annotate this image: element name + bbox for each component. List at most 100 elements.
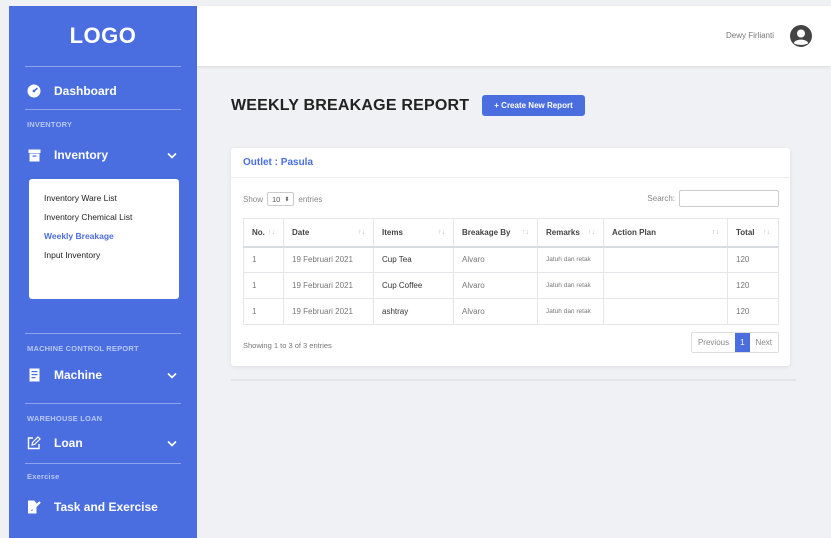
submenu-item-inventory-chemical-list[interactable]: Inventory Chemical List [44, 208, 165, 227]
table-row: 1 19 Februari 2021 Cup Coffee Alvaro Jat… [243, 272, 779, 299]
next-page-button[interactable]: Next [750, 333, 778, 352]
show-entries: Show 10 ⬍ entries [243, 192, 322, 206]
page-1-button[interactable]: 1 [735, 333, 750, 352]
cell-total: 120 [727, 272, 779, 299]
sidebar-divider [25, 463, 181, 464]
cell-no: 1 [243, 298, 284, 325]
sidebar-item-task-and-exercise[interactable]: Task and Exercise [9, 489, 197, 525]
sidebar-item-machine[interactable]: Machine [9, 357, 197, 393]
dashboard-gauge-icon [27, 84, 41, 98]
cell-remarks: Jatuh dan retak [537, 246, 604, 273]
sidebar-divider [25, 66, 181, 67]
column-header-date[interactable]: Date ↑↓ [283, 218, 374, 248]
report-card: Outlet : Pasula Show 10 ⬍ entries Search… [231, 148, 790, 366]
table-info: Showing 1 to 3 of 3 entries [243, 341, 332, 350]
header-label: Total [736, 227, 755, 237]
pagination: Previous 1 Next [690, 332, 779, 353]
sidebar-item-dashboard[interactable]: Dashboard [9, 73, 197, 109]
logo: LOGO [69, 23, 137, 48]
sort-icon: ↑↓ [358, 228, 365, 236]
submenu-item-inventory-ware-list[interactable]: Inventory Ware List [44, 189, 165, 208]
cell-no: 1 [243, 272, 284, 299]
sort-icon: ↑↓ [712, 228, 719, 236]
cell-total: 120 [727, 298, 779, 325]
sidebar-item-label: Inventory [54, 148, 109, 162]
inventory-submenu: Inventory Ware List Inventory Chemical L… [29, 179, 179, 299]
create-new-report-button[interactable]: + Create New Report [482, 95, 585, 116]
cell-action-plan [603, 272, 728, 299]
chevron-down-icon [167, 150, 177, 160]
select-arrows-icon: ⬍ [284, 196, 290, 203]
cell-total: 120 [727, 246, 779, 273]
user-name[interactable]: Dewy Firlianti [726, 31, 774, 40]
sidebar-item-loan[interactable]: Loan [9, 425, 197, 461]
sidebar-item-inventory[interactable]: Inventory [9, 137, 197, 173]
sidebar-divider [25, 403, 181, 404]
header-label: Remarks [546, 227, 580, 237]
sort-icon: ↑↓ [268, 228, 275, 236]
edit-icon [27, 436, 41, 450]
search-label: Search: [647, 194, 675, 203]
page-title: WEEKLY BREAKAGE REPORT [231, 97, 470, 114]
submenu-item-weekly-breakage[interactable]: Weekly Breakage [44, 227, 165, 246]
section-label-inventory: INVENTORY [27, 120, 73, 129]
cell-action-plan [603, 298, 728, 325]
submenu-item-input-inventory[interactable]: Input Inventory [44, 246, 165, 265]
table-row: 1 19 Februari 2021 Cup Tea Alvaro Jatuh … [243, 246, 779, 273]
cell-action-plan [603, 246, 728, 273]
sidebar-item-label: Task and Exercise [54, 500, 158, 514]
sidebar-item-label: Machine [54, 368, 103, 382]
cell-remarks: Jatuh dan retak [537, 272, 604, 299]
header-label: Items [382, 227, 403, 237]
show-label: Show [243, 194, 264, 204]
cell-remarks: Jatuh dan retak [537, 298, 604, 325]
sort-icon: ↑↓ [522, 228, 529, 236]
sort-icon: ↑↓ [438, 228, 445, 236]
header-label: Date [292, 227, 310, 237]
cell-breakage-by: Alvaro [453, 298, 538, 325]
cell-item: Cup Coffee [373, 272, 454, 299]
user-avatar-icon[interactable] [789, 24, 813, 48]
column-header-remarks[interactable]: Remarks ↑↓ [537, 218, 604, 248]
column-header-breakage-by[interactable]: Breakage By ↑↓ [453, 218, 538, 248]
outlet-title: Outlet : Pasula [231, 148, 790, 178]
column-header-items[interactable]: Items ↑↓ [373, 218, 454, 248]
entries-per-page-select[interactable]: 10 ⬍ [267, 192, 295, 206]
cell-item: Cup Tea [373, 246, 454, 273]
header-label: No. [252, 227, 265, 237]
search-input[interactable] [679, 190, 779, 207]
cell-date: 19 Februari 2021 [283, 298, 374, 325]
content-divider [231, 379, 796, 381]
table-controls: Show 10 ⬍ entries Search: [243, 190, 779, 208]
sidebar-item-label: Loan [54, 436, 83, 450]
entries-label: entries [298, 194, 323, 204]
sort-icon: ↑↓ [763, 228, 770, 236]
archive-box-icon [27, 148, 41, 162]
topbar: Dewy Firlianti [197, 6, 831, 66]
document-icon [27, 368, 41, 382]
cell-breakage-by: Alvaro [453, 272, 538, 299]
sidebar-item-label: Dashboard [54, 84, 117, 98]
chevron-down-icon [167, 438, 177, 448]
column-header-action-plan[interactable]: Action Plan ↑↓ [603, 218, 728, 248]
table-row: 1 19 Februari 2021 ashtray Alvaro Jatuh … [243, 298, 779, 325]
previous-page-button[interactable]: Previous [692, 333, 735, 352]
cell-no: 1 [243, 246, 284, 273]
cell-date: 19 Februari 2021 [283, 246, 374, 273]
column-header-no[interactable]: No. ↑↓ [243, 218, 284, 248]
cell-breakage-by: Alvaro [453, 246, 538, 273]
table-header-row: No. ↑↓ Date ↑↓ Items ↑↓ Breakage By ↑↓ Remar… [243, 218, 779, 248]
sidebar-divider [25, 333, 181, 334]
chevron-down-icon [167, 370, 177, 380]
header-label: Action Plan [612, 227, 657, 237]
column-header-total[interactable]: Total ↑↓ [727, 218, 779, 248]
file-signature-icon [27, 500, 41, 514]
cell-item: ashtray [373, 298, 454, 325]
breakage-table: No. ↑↓ Date ↑↓ Items ↑↓ Breakage By ↑↓ Remar… [243, 218, 779, 325]
header-label: Breakage By [462, 227, 511, 237]
sidebar-divider [25, 109, 181, 110]
sort-icon: ↑↓ [588, 228, 595, 236]
search-box: Search: [647, 190, 779, 207]
sidebar: LOGO Dashboard INVENTORY Inventory Inven… [9, 6, 197, 538]
section-label-machine: MACHINE CONTROL REPORT [27, 344, 139, 353]
